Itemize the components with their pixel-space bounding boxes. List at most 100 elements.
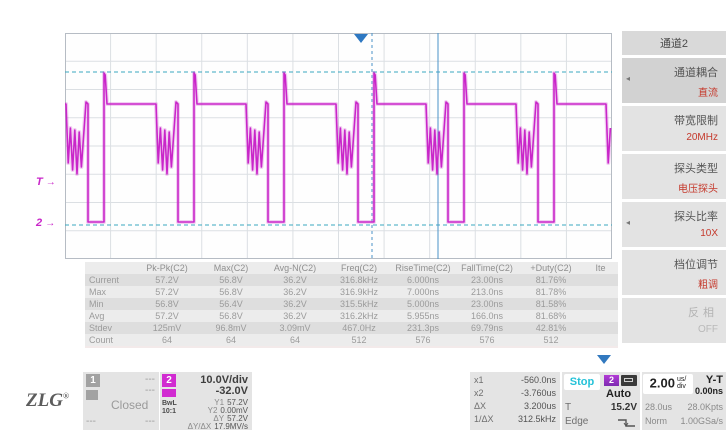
table-cell: 96.8mV bbox=[199, 322, 263, 334]
table-cell: 36.2V bbox=[263, 274, 327, 286]
run-state-button[interactable]: Stop bbox=[564, 374, 600, 390]
falling-edge-icon bbox=[617, 417, 637, 428]
expand-arrow-icon: ◂ bbox=[626, 74, 630, 83]
table-cell: 57.2V bbox=[135, 286, 199, 298]
scroll-down-arrow-icon[interactable] bbox=[597, 355, 611, 364]
sample-rate: 1.00GSa/s bbox=[680, 416, 723, 426]
table-cell: 36.2V bbox=[263, 298, 327, 310]
table-row: Stdev125mV96.8mV3.09mV467.0Hz231.3ps69.7… bbox=[85, 322, 618, 334]
trigger-delay: 0.00ns bbox=[695, 386, 723, 396]
menu-item-value: OFF bbox=[622, 324, 718, 335]
timebase-scale: 2.00 bbox=[650, 375, 675, 390]
waveform-plot[interactable] bbox=[65, 33, 612, 259]
channel1-scale: --- bbox=[145, 374, 155, 385]
table-cell: 316.2kHz bbox=[327, 310, 391, 322]
acq-mode: Norm bbox=[645, 416, 667, 426]
trigger-level-label: T bbox=[565, 402, 571, 413]
menu-title: 通道2 bbox=[622, 31, 726, 55]
sidebar-items: ◂通道耦合直流带宽限制20MHz探头类型电压探头◂探头比率10X档位调节粗调反相… bbox=[622, 58, 726, 343]
sidebar-menu-item[interactable]: 探头类型电压探头 bbox=[622, 154, 726, 199]
row-label: Stdev bbox=[85, 322, 135, 334]
display-mode: Y-T bbox=[706, 374, 723, 386]
table-cell bbox=[583, 334, 618, 347]
memory-points: 28.0Kpts bbox=[687, 402, 723, 412]
table-cell: 7.000ns bbox=[391, 286, 455, 298]
channel1-offset: --- bbox=[145, 385, 155, 396]
table-cell: 315.5kHz bbox=[327, 298, 391, 310]
menu-item-label: 带宽限制 bbox=[622, 112, 718, 128]
sidebar-menu-item[interactable]: ◂通道耦合直流 bbox=[622, 58, 726, 103]
channel2-tags: BwL 10:1 bbox=[162, 400, 177, 416]
table-row: Count646464512576576512 bbox=[85, 334, 618, 347]
channel2-status-panel[interactable]: 2 BwL 10:1 10.0V/div -32.0V Y157.2VY20.0… bbox=[160, 372, 252, 430]
table-cell: 576 bbox=[391, 334, 455, 347]
channel1-dash-bl: --- bbox=[86, 416, 96, 427]
cursor-y-row: ΔY/ΔX17.9MV/s bbox=[188, 422, 248, 431]
bandwidth-limit-tag: BwL bbox=[162, 400, 177, 408]
table-column-header: Max(C2) bbox=[199, 262, 263, 274]
ground-arrow-icon: → bbox=[45, 218, 55, 229]
channel1-status-panel[interactable]: 1 --- --- Closed --- --- bbox=[83, 372, 159, 430]
table-cell: 56.8V bbox=[199, 274, 263, 286]
table-cell: 231.3ps bbox=[391, 322, 455, 334]
menu-item-value: 电压探头 bbox=[622, 180, 718, 195]
menu-item-value: 直流 bbox=[622, 84, 718, 99]
table-column-header: Avg-N(C2) bbox=[263, 262, 327, 274]
table-cell: 81.68% bbox=[519, 310, 583, 322]
waveform-svg bbox=[65, 33, 612, 259]
sidebar-menu-item[interactable]: 带宽限制20MHz bbox=[622, 106, 726, 151]
table-cell: 23.00ns bbox=[455, 298, 519, 310]
measurement-table: Pk-Pk(C2)Max(C2)Avg-N(C2)Freq(C2)RiseTim… bbox=[85, 262, 618, 348]
row-label: Max bbox=[85, 286, 135, 298]
channel-menu-sidebar: 通道2 ◂通道耦合直流带宽限制20MHz探头类型电压探头◂探头比率10X档位调节… bbox=[622, 31, 726, 346]
cursor-x-panel[interactable]: x1-560.0nsx2-3.760usΔX3.200us1/ΔX312.5kH… bbox=[470, 372, 560, 430]
timebase-scale-box[interactable]: 2.00us/div bbox=[643, 374, 693, 394]
table-cell: 81.76% bbox=[519, 274, 583, 286]
row-label: Min bbox=[85, 298, 135, 310]
channel1-state: Closed bbox=[111, 398, 148, 412]
channel2-badge: 2 bbox=[162, 374, 176, 387]
trigger-level-row: T 15.2V bbox=[565, 402, 637, 413]
menu-item-label: 通道耦合 bbox=[622, 64, 718, 80]
expand-arrow-icon: ◂ bbox=[626, 218, 630, 227]
table-cell bbox=[583, 322, 618, 334]
cursor-x-row: ΔX3.200us bbox=[474, 401, 556, 411]
probe-ratio-tag: 10:1 bbox=[162, 408, 177, 416]
sidebar-menu-item[interactable]: ◂探头比率10X bbox=[622, 202, 726, 247]
table-column-header: +Duty(C2) bbox=[519, 262, 583, 274]
menu-item-label: 探头类型 bbox=[622, 160, 718, 176]
table-column-header: Freq(C2) bbox=[327, 262, 391, 274]
menu-item-label: 反相 bbox=[622, 304, 718, 320]
row-label: Count bbox=[85, 334, 135, 347]
trigger-level-marker[interactable]: T → bbox=[36, 176, 56, 188]
table-cell bbox=[583, 310, 618, 322]
table-column-header: Ite bbox=[583, 262, 618, 274]
window-length: 28.0us bbox=[645, 402, 672, 412]
table-cell: 42.81% bbox=[519, 322, 583, 334]
table-row: Max57.2V56.8V36.2V316.9kHz7.000ns213.0ns… bbox=[85, 286, 618, 298]
table-cell: 57.2V bbox=[135, 274, 199, 286]
channel1-sub-badge bbox=[86, 390, 98, 400]
channel1-badge: 1 bbox=[86, 374, 100, 387]
channel2-ground-marker[interactable]: 2 → bbox=[36, 217, 55, 229]
channel2-offset: -32.0V bbox=[216, 385, 248, 397]
table-cell: 5.000ns bbox=[391, 298, 455, 310]
trigger-coupling-icon bbox=[621, 375, 637, 386]
menu-item-value: 10X bbox=[622, 228, 718, 239]
acquisition-mode-row: Norm 1.00GSa/s bbox=[645, 416, 723, 426]
table-cell: 56.8V bbox=[135, 298, 199, 310]
menu-item-label: 档位调节 bbox=[622, 256, 718, 272]
table-cell: 56.8V bbox=[199, 286, 263, 298]
row-label: Avg bbox=[85, 310, 135, 322]
table-cell: 36.2V bbox=[263, 286, 327, 298]
table-cell: 56.8V bbox=[199, 310, 263, 322]
table-cell: 316.8kHz bbox=[327, 274, 391, 286]
timebase-panel[interactable]: 2.00us/div Y-T 0.00ns 28.0us 28.0Kpts No… bbox=[642, 372, 726, 430]
channel2-ground-badge bbox=[162, 389, 176, 397]
sidebar-menu-item[interactable]: 反相 OFF bbox=[622, 298, 726, 343]
table-cell: 6.000ns bbox=[391, 274, 455, 286]
trigger-panel[interactable]: Stop 2 Auto T 15.2V Edge bbox=[562, 372, 640, 430]
sidebar-menu-item[interactable]: 档位调节粗调 bbox=[622, 250, 726, 295]
trigger-type-label: Edge bbox=[565, 416, 588, 427]
cursor-x-row: 1/ΔX312.5kHz bbox=[474, 414, 556, 424]
